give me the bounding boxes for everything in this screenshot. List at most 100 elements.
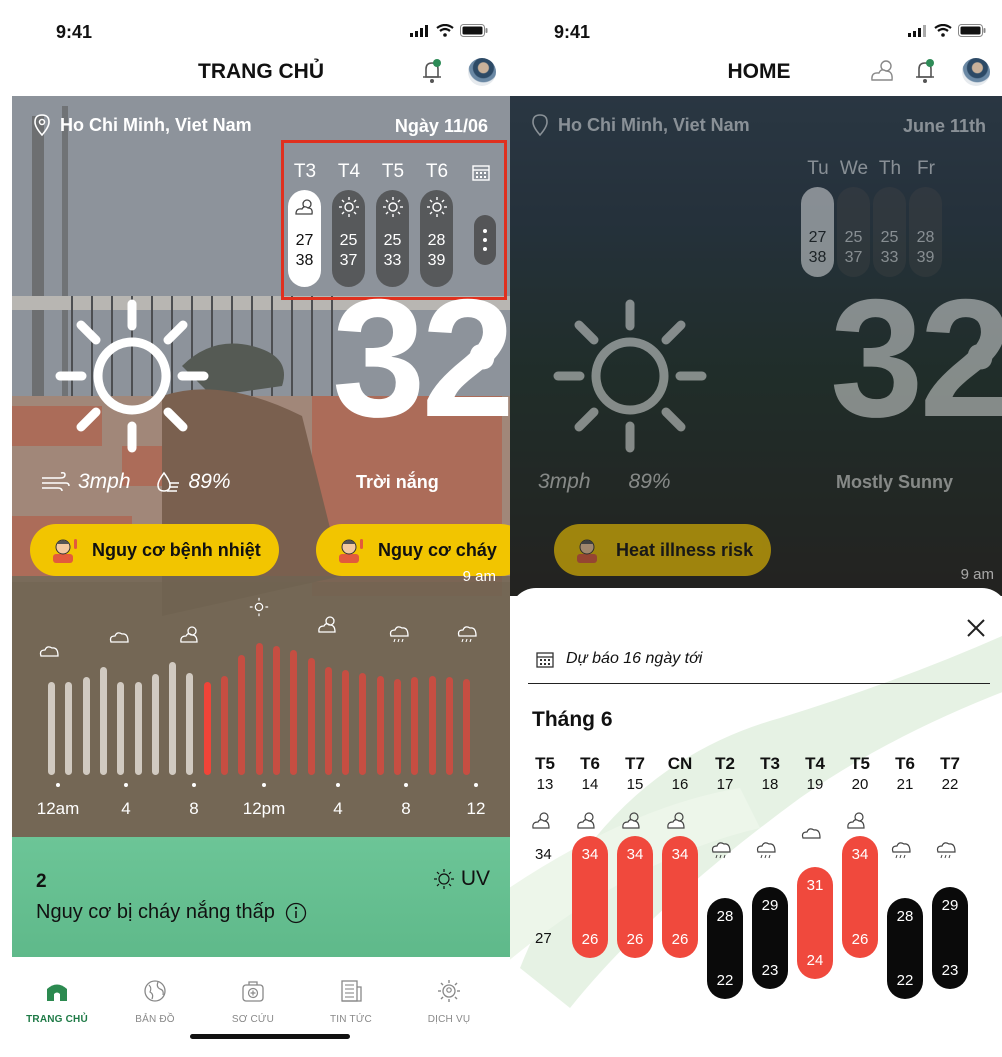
forecast-day-column[interactable]: T6 14 — [567, 754, 613, 829]
avatar[interactable] — [468, 58, 496, 86]
hourly-bar — [151, 674, 159, 775]
day-name: T2 — [715, 754, 735, 773]
humidity-icon — [156, 471, 179, 492]
forecast-day-column[interactable]: T6 21 — [882, 754, 928, 859]
day-date: 14 — [581, 776, 599, 793]
calendar-icon[interactable] — [472, 163, 490, 181]
partly-cloudy-icon[interactable] — [868, 56, 898, 86]
wifi-icon — [436, 24, 454, 37]
tab-first-aid[interactable]: SƠ CỨU — [208, 979, 298, 1025]
tab-home[interactable]: TRANG CHỦ — [12, 979, 102, 1025]
partly-cloudy-icon — [530, 810, 554, 835]
wind-humidity: 3mph 89% — [40, 470, 231, 494]
uv-tag: UV — [433, 867, 490, 891]
hourly-bar — [445, 677, 453, 775]
forecast-day-column[interactable]: T5 13 — [522, 754, 568, 829]
rain-icon — [457, 626, 477, 643]
location-label: Ho Chi Minh, Viet Nam — [60, 114, 252, 135]
temperature-range-pill: 31 24 — [797, 866, 833, 979]
forecast-day-column[interactable]: T5 20 — [837, 754, 883, 829]
location: Ho Chi Minh, Viet Nam — [532, 114, 750, 136]
battery-icon — [460, 24, 488, 37]
first-aid-icon — [242, 981, 264, 1002]
high-temp: 29 — [761, 897, 779, 915]
hour-tick-label: 12pm — [242, 799, 286, 818]
day-date: 15 — [626, 776, 644, 793]
wind-speed: 3mph — [78, 470, 131, 493]
uv-sun-icon — [433, 869, 454, 889]
partly-cloudy-icon — [575, 810, 599, 835]
weather-condition: Trời nắng — [356, 472, 439, 492]
rain-icon — [935, 840, 959, 867]
home-indicator — [190, 1034, 350, 1039]
hourly-bar — [307, 658, 315, 775]
more-days-button[interactable] — [474, 215, 496, 265]
hourly-chart: 12am 4 8 12pm 4 8 12 — [12, 582, 510, 837]
sun-icon — [249, 597, 269, 617]
high-temp: 28 — [716, 907, 734, 925]
cloud-icon — [39, 646, 59, 657]
low-temp: 26 — [581, 931, 599, 949]
day-name: T6 — [580, 754, 600, 773]
sheet-subtitle: Dự báo 16 ngày tới — [536, 650, 702, 668]
app-header: TRANG CHỦ — [12, 48, 510, 96]
forecast-day-column[interactable]: T7 22 — [927, 754, 973, 859]
risk-label: Nguy cơ cháy — [378, 539, 497, 560]
forecast-day-column[interactable]: T3 18 — [747, 754, 793, 859]
uv-index-card[interactable]: 2 UV Nguy cơ bị cháy nắng thấp — [12, 837, 510, 957]
location-pin-icon — [34, 114, 50, 136]
info-icon[interactable] — [285, 902, 307, 924]
low-temp: 23 — [941, 962, 959, 980]
signal-icon — [410, 24, 428, 37]
forecast-day-column[interactable]: CN 16 — [657, 754, 703, 829]
partly-cloudy-icon — [665, 810, 689, 835]
home-icon — [47, 984, 67, 1001]
sun-icon — [427, 197, 447, 217]
tick-dot — [474, 783, 478, 787]
avatar[interactable] — [962, 58, 990, 86]
heat-risk-person-icon — [53, 539, 77, 563]
wind-humidity: 3mph 89% — [538, 470, 671, 494]
forecast-day-column[interactable]: T4 19 — [792, 754, 838, 839]
tab-services[interactable]: DỊCH VỤ — [404, 979, 494, 1025]
location[interactable]: Ho Chi Minh, Viet Nam — [34, 114, 252, 136]
tab-label: SƠ CỨU — [231, 1014, 275, 1025]
tick-dot — [124, 783, 128, 787]
tab-label: BẢN ĐỒ — [135, 1014, 175, 1025]
heat-illness-risk-button: Heat illness risk — [554, 524, 772, 576]
forecast-day-column[interactable]: T7 15 — [612, 754, 658, 829]
forecast-day-column[interactable]: T2 17 — [702, 754, 748, 859]
tab-news[interactable]: TIN TỨC — [306, 979, 396, 1025]
partly-cloudy-icon — [295, 199, 313, 215]
day-label: Tu — [807, 158, 829, 179]
close-icon[interactable] — [966, 618, 986, 638]
bottom-tab-bar: TRANG CHỦ BẢN ĐỒ SƠ CỨU TIN TỨC DỊCH VỤ — [12, 957, 510, 1057]
day-high: 28 — [427, 232, 446, 249]
wind-icon — [42, 472, 70, 492]
high-temp: 28 — [896, 907, 914, 925]
day-pill-selected[interactable]: 27 38 — [288, 190, 321, 287]
tab-map[interactable]: BẢN ĐỒ — [110, 979, 200, 1025]
notification-bell-icon[interactable] — [417, 56, 447, 86]
sun-icon — [55, 299, 209, 453]
uv-value: 2 — [36, 871, 47, 892]
tick-dot — [56, 783, 60, 787]
degree-symbol: o — [468, 327, 497, 379]
system-icons — [410, 24, 488, 37]
signal-icon — [908, 24, 926, 37]
hourly-bar — [48, 682, 55, 775]
heat-illness-risk-button[interactable]: Nguy cơ bệnh nhiệt — [30, 524, 279, 576]
status-time: 9:41 — [56, 22, 93, 42]
day-label: Th — [878, 158, 902, 179]
partly-cloudy-icon — [845, 810, 869, 835]
day-name: T4 — [805, 754, 825, 773]
day-high: 25 — [383, 232, 402, 249]
notification-bell-icon[interactable] — [910, 56, 940, 86]
sunburn-risk-person-icon — [339, 539, 363, 563]
hourly-bar — [82, 677, 90, 775]
temperature-range-pill: 29 23 — [752, 887, 788, 990]
temperature-range-pill: 34 26 — [662, 835, 698, 959]
day-date: 17 — [716, 776, 734, 793]
phone-screen-vietnamese: 9:41 TRANG CHỦ Ho Chi Minh, Viet Nam Ngà… — [12, 0, 510, 1057]
hourly-bar — [411, 677, 419, 775]
